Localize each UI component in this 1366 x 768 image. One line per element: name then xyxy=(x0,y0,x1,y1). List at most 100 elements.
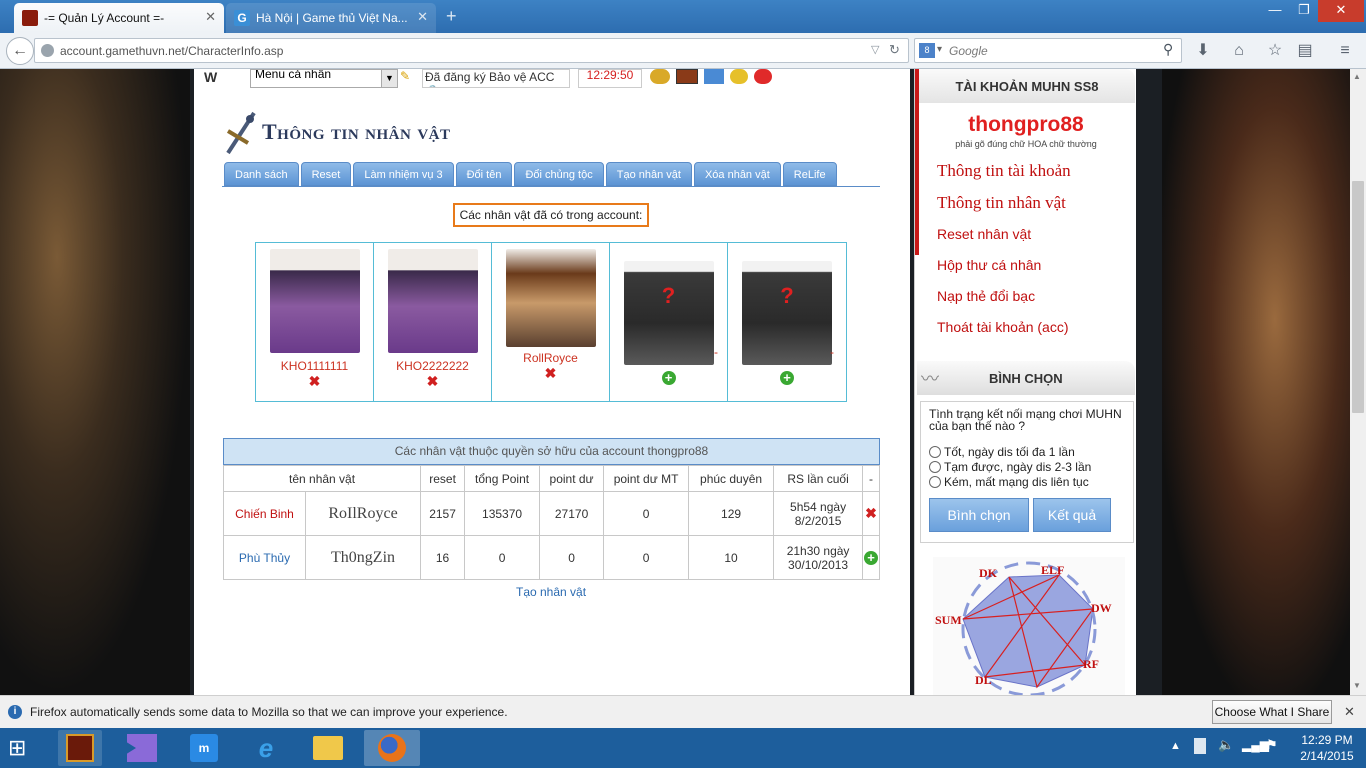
maxthon-icon[interactable]: m xyxy=(182,730,226,766)
delete-character-icon[interactable]: ✖ xyxy=(865,505,877,521)
character-slot-empty: ? - + xyxy=(728,243,846,401)
poll-option[interactable]: Tạm được, ngày dis 2-3 lần xyxy=(929,460,1091,474)
tab-danh-sach[interactable]: Danh sách xyxy=(224,162,299,186)
menu-hop-thu[interactable]: Hộp thư cá nhân xyxy=(937,257,1041,273)
sidebar-header: TÀI KHOẢN MUHN SS8 xyxy=(919,69,1135,103)
add-character-icon[interactable]: + xyxy=(661,371,676,385)
radio-button[interactable] xyxy=(929,476,941,488)
radio-button[interactable] xyxy=(929,446,941,458)
create-character-link[interactable]: Tạo nhân vật xyxy=(516,585,586,599)
character-name[interactable]: KHO1111111 xyxy=(256,359,373,373)
reload-icon[interactable]: ↻ xyxy=(889,42,900,58)
tab-relife[interactable]: ReLife xyxy=(782,162,837,186)
tray-device-icon[interactable] xyxy=(1194,738,1206,754)
scroll-up-icon[interactable]: ▲ xyxy=(1353,72,1361,81)
action-cell: + xyxy=(862,535,880,580)
character-name-cell[interactable]: Th0ngZin xyxy=(304,535,422,580)
vote-button[interactable]: Bình chọn xyxy=(929,498,1029,532)
chevron-down-icon[interactable]: ▼ xyxy=(381,70,397,87)
tab-reset[interactable]: Reset xyxy=(300,162,352,186)
result-button[interactable]: Kết quả xyxy=(1033,498,1111,532)
poll-option[interactable]: Kém, mất mạng dis liên tục xyxy=(929,475,1089,489)
mu-game-icon[interactable] xyxy=(58,730,102,766)
visual-studio-icon[interactable] xyxy=(120,730,164,766)
minimize-icon[interactable]: — xyxy=(1260,0,1290,22)
internet-explorer-icon[interactable]: e xyxy=(244,730,288,766)
vertical-scrollbar[interactable]: ▲ ▼ xyxy=(1350,69,1366,695)
add-character-icon[interactable]: + xyxy=(864,550,879,565)
chest-icon[interactable] xyxy=(676,69,698,84)
delete-character-icon[interactable]: ✖ xyxy=(374,373,491,390)
tab-quan-ly-account[interactable]: -= Quản Lý Account =- ✕ xyxy=(14,3,224,33)
poll-header: BÌNH CHỌN xyxy=(989,371,1063,386)
total-point-cell: 0 xyxy=(464,535,541,580)
menu-nap-the[interactable]: Nạp thẻ đổi bạc xyxy=(937,288,1035,304)
character-portrait-elf[interactable] xyxy=(269,249,360,353)
url-bar[interactable]: account.gamethuvn.net/CharacterInfo.asp … xyxy=(34,38,909,63)
unknown-character-icon[interactable]: ? xyxy=(742,261,832,365)
home-icon[interactable]: ⌂ xyxy=(1228,41,1250,61)
taskbar-clock[interactable]: 12:29 PM 2/14/2015 xyxy=(1296,732,1358,764)
pencil-icon: ✎ xyxy=(400,69,411,83)
smiley-icon[interactable] xyxy=(730,69,748,84)
radio-button[interactable] xyxy=(929,461,941,473)
tray-expand-icon[interactable]: ▲ xyxy=(1170,740,1181,752)
search-icon[interactable]: ⚲ xyxy=(1163,41,1173,58)
dropdown-arrow-icon[interactable]: ▽ xyxy=(871,43,879,56)
add-character-icon[interactable]: + xyxy=(780,371,794,385)
menu-hamburger-icon[interactable]: ≡ xyxy=(1334,41,1356,61)
tab-tao-nhan-vat[interactable]: Tạo nhân vật xyxy=(605,162,692,186)
total-point-cell: 135370 xyxy=(464,491,541,536)
character-portrait-warrior[interactable] xyxy=(505,249,596,347)
close-window-icon[interactable]: ✕ xyxy=(1318,0,1364,22)
right-background-art xyxy=(1162,69,1350,695)
coins-icon[interactable] xyxy=(650,69,670,84)
unknown-character-icon[interactable]: ? xyxy=(623,261,714,365)
site-favicon-icon xyxy=(22,10,38,26)
new-tab-button[interactable]: + xyxy=(446,6,457,27)
firefox-icon[interactable] xyxy=(364,730,420,766)
close-notification-icon[interactable]: ✕ xyxy=(1344,704,1355,720)
scroll-down-icon[interactable]: ▼ xyxy=(1353,681,1361,690)
target-icon[interactable] xyxy=(754,69,772,84)
character-name-cell[interactable]: RoIlRoyce xyxy=(304,491,422,536)
search-box[interactable]: 8 ▾ Google ⚲ xyxy=(914,38,1182,63)
page-viewport: W Menu cá nhân ▼ ✎ Đã đăng ký Bảo vệ ACC… xyxy=(0,69,1350,695)
action-center-flag-icon[interactable]: ⚑ xyxy=(1266,737,1278,753)
poll-option[interactable]: Tốt, ngày dis tối đa 1 lần xyxy=(929,445,1075,459)
menu-thong-tin-tai-khoan[interactable]: Thông tin tài khoản xyxy=(937,161,1071,181)
delete-character-icon[interactable]: ✖ xyxy=(492,365,609,382)
tab-ha-noi[interactable]: G Hà Nội | Game thủ Việt Na... ✕ xyxy=(226,3,436,33)
back-button[interactable]: ← xyxy=(6,37,34,65)
character-name[interactable]: RollRoyce xyxy=(492,351,609,365)
download-icon[interactable]: ⬇ xyxy=(1192,41,1214,61)
character-name[interactable]: KHO2222222 xyxy=(374,359,491,373)
tab-title: -= Quản Lý Account =- xyxy=(44,11,165,25)
menu-select[interactable]: Menu cá nhân ▼ xyxy=(250,69,398,88)
class-circle-diagram xyxy=(961,561,1097,695)
menu-reset-nhan-vat[interactable]: Reset nhân vật xyxy=(937,226,1031,242)
cart-icon[interactable] xyxy=(704,69,724,84)
volume-icon[interactable]: 🔈 xyxy=(1218,737,1234,753)
file-explorer-icon[interactable] xyxy=(306,730,350,766)
tab-lam-nhiem-vu-3[interactable]: Làm nhiệm vụ 3 xyxy=(353,162,454,186)
browser-tab-bar: -= Quản Lý Account =- ✕ G Hà Nội | Game … xyxy=(0,0,1366,33)
scrollbar-thumb[interactable] xyxy=(1352,181,1364,413)
character-class: Chiến Binh xyxy=(223,491,306,536)
tab-xoa-nhan-vat[interactable]: Xóa nhân vật xyxy=(693,162,781,186)
delete-character-icon[interactable]: ✖ xyxy=(256,373,373,390)
restore-icon[interactable]: ❐ xyxy=(1290,0,1318,22)
bookmarks-list-icon[interactable]: ▤ xyxy=(1294,41,1316,61)
close-tab-icon[interactable]: ✕ xyxy=(205,9,216,25)
tab-doi-ten[interactable]: Đổi tên xyxy=(455,162,513,186)
menu-thong-tin-nhan-vat[interactable]: Thông tin nhân vật xyxy=(937,193,1066,213)
windows-start-icon[interactable]: ⊞ xyxy=(8,736,38,760)
tab-doi-chung-toc[interactable]: Đổi chủng tộc xyxy=(514,162,604,186)
choose-what-i-share-button[interactable]: Choose What I Share xyxy=(1212,700,1332,724)
network-icon[interactable]: ▂▄▆ xyxy=(1242,738,1269,752)
character-portrait-elf[interactable] xyxy=(387,249,478,353)
bookmark-star-icon[interactable]: ☆ xyxy=(1264,41,1286,61)
google-g-icon[interactable]: 8 xyxy=(919,43,935,58)
menu-thoat-tai-khoan[interactable]: Thoát tài khoản (acc) xyxy=(937,319,1069,335)
close-tab-icon[interactable]: ✕ xyxy=(417,9,428,25)
